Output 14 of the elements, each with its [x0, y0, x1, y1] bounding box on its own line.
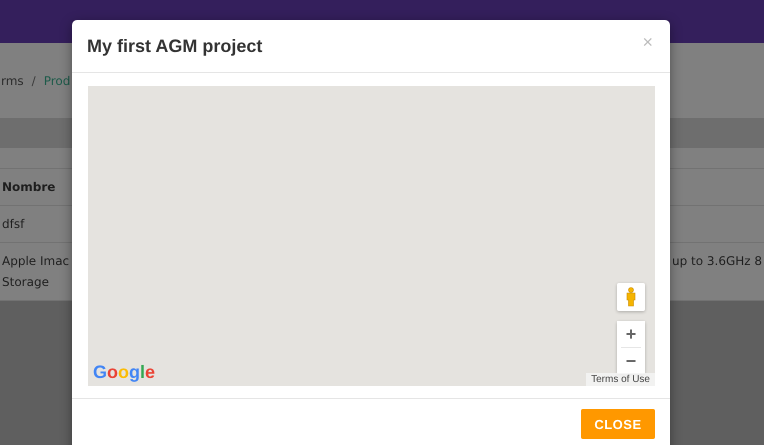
zoom-in-button[interactable]: +: [617, 321, 645, 347]
zoom-out-button[interactable]: −: [617, 348, 645, 374]
street-view-button[interactable]: [617, 283, 645, 311]
column-header: Nombre: [1, 178, 56, 196]
breadcrumb-separator: /: [32, 74, 36, 88]
modal-title: My first AGM project: [87, 36, 262, 56]
terms-link[interactable]: Terms of Use: [586, 373, 655, 386]
breadcrumb-item: rms: [1, 74, 24, 88]
table-cell-text: dfsf: [1, 216, 26, 232]
person-icon: [625, 287, 637, 307]
google-logo: Google: [93, 362, 156, 383]
map[interactable]: + − Google Terms of Use: [88, 86, 655, 386]
table-cell-text: Apple Imac Storage: [1, 252, 70, 290]
table-cell-text: up to 3.6GHz 8: [672, 253, 764, 270]
